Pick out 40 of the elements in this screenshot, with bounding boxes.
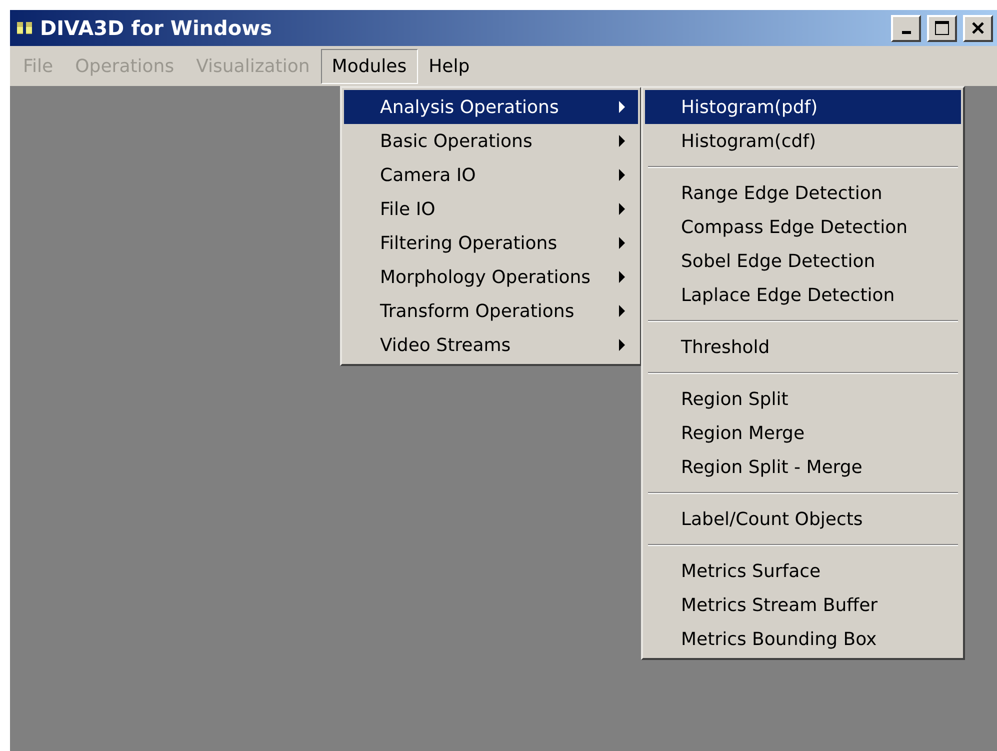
submenu-arrow-icon [619, 101, 626, 113]
menu-item[interactable]: Video Streams [344, 328, 638, 362]
menu-item[interactable]: Range Edge Detection [645, 176, 961, 210]
menu-item[interactable]: Camera IO [344, 158, 638, 192]
menu-bar-item[interactable]: Modules [320, 48, 418, 84]
submenu-arrow-icon [619, 169, 626, 181]
submenu-arrow-icon [619, 305, 626, 317]
menu-item[interactable]: Threshold [645, 330, 961, 364]
submenu-arrow-icon [619, 271, 626, 283]
menu-item[interactable]: Basic Operations [344, 124, 638, 158]
submenu-arrow-icon [619, 135, 626, 147]
maximize-button[interactable] [927, 14, 957, 42]
minimize-button[interactable] [891, 14, 921, 42]
menu-item[interactable]: File IO [344, 192, 638, 226]
close-button[interactable] [963, 14, 993, 42]
menu-item[interactable]: Transform Operations [344, 294, 638, 328]
menu-item[interactable]: Metrics Surface [645, 554, 961, 588]
submenu-arrow-icon [619, 339, 626, 351]
menu-item[interactable]: Sobel Edge Detection [645, 244, 961, 278]
menu-item[interactable]: Region Split [645, 382, 961, 416]
menu-item[interactable]: Compass Edge Detection [645, 210, 961, 244]
menu-item[interactable]: Histogram(pdf) [645, 90, 961, 124]
menu-item[interactable]: Metrics Bounding Box [645, 622, 961, 656]
menu-item[interactable]: Histogram(cdf) [645, 124, 961, 158]
menu-item[interactable]: Analysis Operations [344, 90, 638, 124]
menu-item[interactable]: Morphology Operations [344, 260, 638, 294]
menu-bar-item[interactable]: Help [418, 48, 481, 84]
maximize-icon [934, 20, 950, 36]
close-icon [971, 21, 985, 35]
minimize-icon [902, 31, 910, 34]
submenu-arrow-icon [619, 203, 626, 215]
submenu-arrow-icon [619, 237, 626, 249]
window-title: DIVA3D for Windows [40, 15, 273, 42]
menu-item[interactable]: Region Merge [645, 416, 961, 450]
menu-item[interactable]: Laplace Edge Detection [645, 278, 961, 312]
menu-item[interactable]: Metrics Stream Buffer [645, 588, 961, 622]
menu-item[interactable]: Region Split - Merge [645, 450, 961, 484]
app-icon [16, 19, 34, 37]
menu-item[interactable]: Label/Count Objects [645, 502, 961, 536]
menu-item[interactable]: Filtering Operations [344, 226, 638, 260]
